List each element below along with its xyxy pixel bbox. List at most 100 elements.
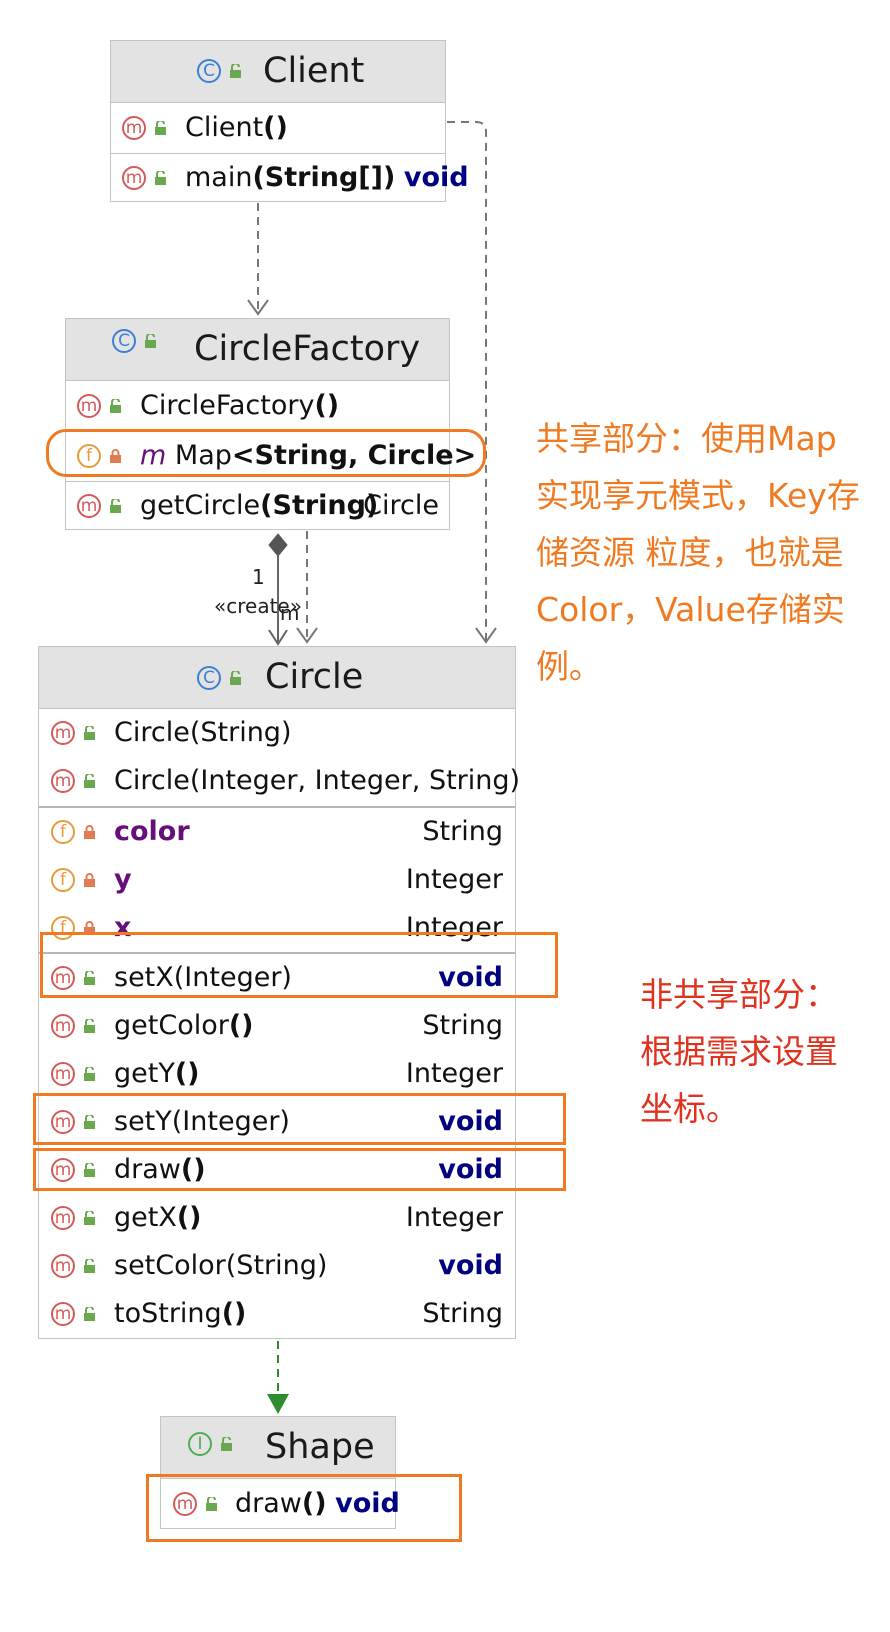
public-visibility-icon: [83, 1211, 96, 1226]
shape-header: I Shape: [161, 1417, 395, 1479]
public-visibility-icon: [83, 1307, 96, 1322]
method-params: (): [221, 1298, 247, 1329]
class-icon: C: [197, 666, 221, 690]
method-icon: m: [122, 166, 146, 190]
field-type: String: [422, 816, 503, 847]
highlight-sety: [33, 1093, 566, 1145]
public-visibility-icon: [229, 671, 242, 686]
member-row[interactable]: m Circle(Integer, Integer, String): [39, 757, 520, 805]
method-params: (): [176, 1202, 202, 1233]
member-row[interactable]: m Circle(String): [39, 709, 515, 757]
multiplicity-label: 1: [252, 565, 265, 589]
method-params: (): [228, 1010, 254, 1041]
member-name: Circle: [114, 717, 190, 748]
member-signature: getCircle(String): [140, 490, 378, 521]
method-row[interactable]: m getX() Integer: [39, 1194, 515, 1242]
field-icon: f: [51, 820, 75, 844]
member-signature: Circle(String): [114, 717, 291, 748]
method-name: getY: [114, 1058, 175, 1089]
public-visibility-icon: [83, 1019, 96, 1034]
role-label: m: [280, 601, 300, 625]
method-type: Integer: [405, 1058, 503, 1089]
class-title: CircleFactory: [194, 329, 421, 369]
class-icon: C: [197, 59, 221, 83]
circlefactory-class-box[interactable]: C CircleFactory m CircleFactory() f m Ma…: [65, 318, 476, 531]
member-row[interactable]: m getCircle(String) Circle: [66, 481, 449, 531]
member-params: (): [314, 390, 340, 421]
method-row[interactable]: m toString() String: [39, 1290, 515, 1338]
public-visibility-icon: [109, 399, 122, 414]
member-params: (String): [189, 717, 292, 748]
method-icon: m: [51, 1254, 75, 1278]
method-icon: m: [51, 1062, 75, 1086]
client-circle-dependency: [447, 121, 497, 644]
method-signature: getColor(): [114, 1010, 254, 1041]
highlight-map-field: [46, 429, 486, 477]
factory-circle-composition: [268, 533, 288, 646]
client-header: C Client: [111, 41, 445, 103]
circle-shape-implements: [267, 1341, 289, 1414]
method-type: Integer: [405, 1202, 503, 1233]
field-name: color: [114, 816, 190, 847]
method-icon: m: [51, 769, 75, 793]
interface-icon: I: [188, 1432, 212, 1456]
field-row[interactable]: f color String: [39, 808, 515, 856]
method-signature: getY(): [114, 1058, 200, 1089]
method-type: String: [422, 1010, 503, 1041]
method-icon: m: [77, 394, 101, 418]
public-visibility-icon: [83, 726, 96, 741]
public-visibility-icon: [83, 1259, 96, 1274]
member-type: void: [403, 162, 469, 193]
method-row[interactable]: m getColor() String: [39, 1002, 515, 1050]
method-row[interactable]: m setColor(String) void: [39, 1242, 515, 1290]
circle-header: C Circle: [39, 647, 515, 709]
public-visibility-icon: [229, 64, 242, 79]
public-visibility-icon: [83, 774, 96, 789]
shared-part-note: 共享部分：使用Map实现享元模式，Key存储资源 粒度，也就是Color，Val…: [536, 419, 860, 686]
public-visibility-icon: [144, 334, 157, 349]
method-icon: m: [51, 1206, 75, 1230]
member-params: (String): [260, 490, 379, 521]
member-params: (String[]): [252, 162, 396, 193]
method-row[interactable]: m getY() Integer: [39, 1050, 515, 1098]
member-name: CircleFactory: [140, 390, 315, 421]
member-row[interactable]: m main(String[]) void: [111, 153, 469, 203]
method-icon: m: [51, 1302, 75, 1326]
method-signature: toString(): [114, 1298, 246, 1329]
method-icon: m: [77, 494, 101, 518]
method-name: getX: [114, 1202, 177, 1233]
field-row[interactable]: f y Integer: [39, 856, 515, 904]
class-title: Circle: [265, 657, 364, 697]
highlight-shape-draw: [146, 1474, 462, 1542]
circlefactory-header: C CircleFactory: [66, 319, 449, 381]
client-factory-dependency: [247, 203, 269, 316]
highlight-draw: [33, 1148, 566, 1191]
member-signature: main(String[]) void: [185, 162, 469, 193]
method-name: setColor: [114, 1250, 226, 1281]
member-row[interactable]: m CircleFactory(): [66, 381, 449, 431]
method-icon: m: [122, 116, 146, 140]
member-name: Circle: [114, 765, 190, 796]
method-icon: m: [51, 721, 75, 745]
member-signature: Circle(Integer, Integer, String): [114, 765, 520, 796]
field-icon: f: [51, 868, 75, 892]
private-lock-icon: [83, 873, 96, 888]
method-name: toString: [114, 1298, 222, 1329]
member-row[interactable]: m Client(): [111, 103, 445, 153]
member-params: (Integer, Integer, String): [189, 765, 521, 796]
method-signature: getX(): [114, 1202, 202, 1233]
member-type: Circle: [363, 490, 439, 521]
public-visibility-icon: [154, 121, 167, 136]
method-params: (): [174, 1058, 200, 1089]
field-type: Integer: [405, 864, 503, 895]
member-name: Client: [185, 112, 264, 143]
member-name: main: [185, 162, 253, 193]
highlight-setx: [40, 932, 558, 998]
public-visibility-icon: [109, 499, 122, 514]
method-type: void: [438, 1250, 503, 1281]
client-class-box[interactable]: C Client m Client() m main(String[]) voi…: [110, 40, 469, 203]
non-shared-part-note: 非共享部分：根据需求设置坐标。: [640, 975, 838, 1128]
method-name: getColor: [114, 1010, 229, 1041]
method-type: String: [422, 1298, 503, 1329]
method-icon: m: [51, 1014, 75, 1038]
